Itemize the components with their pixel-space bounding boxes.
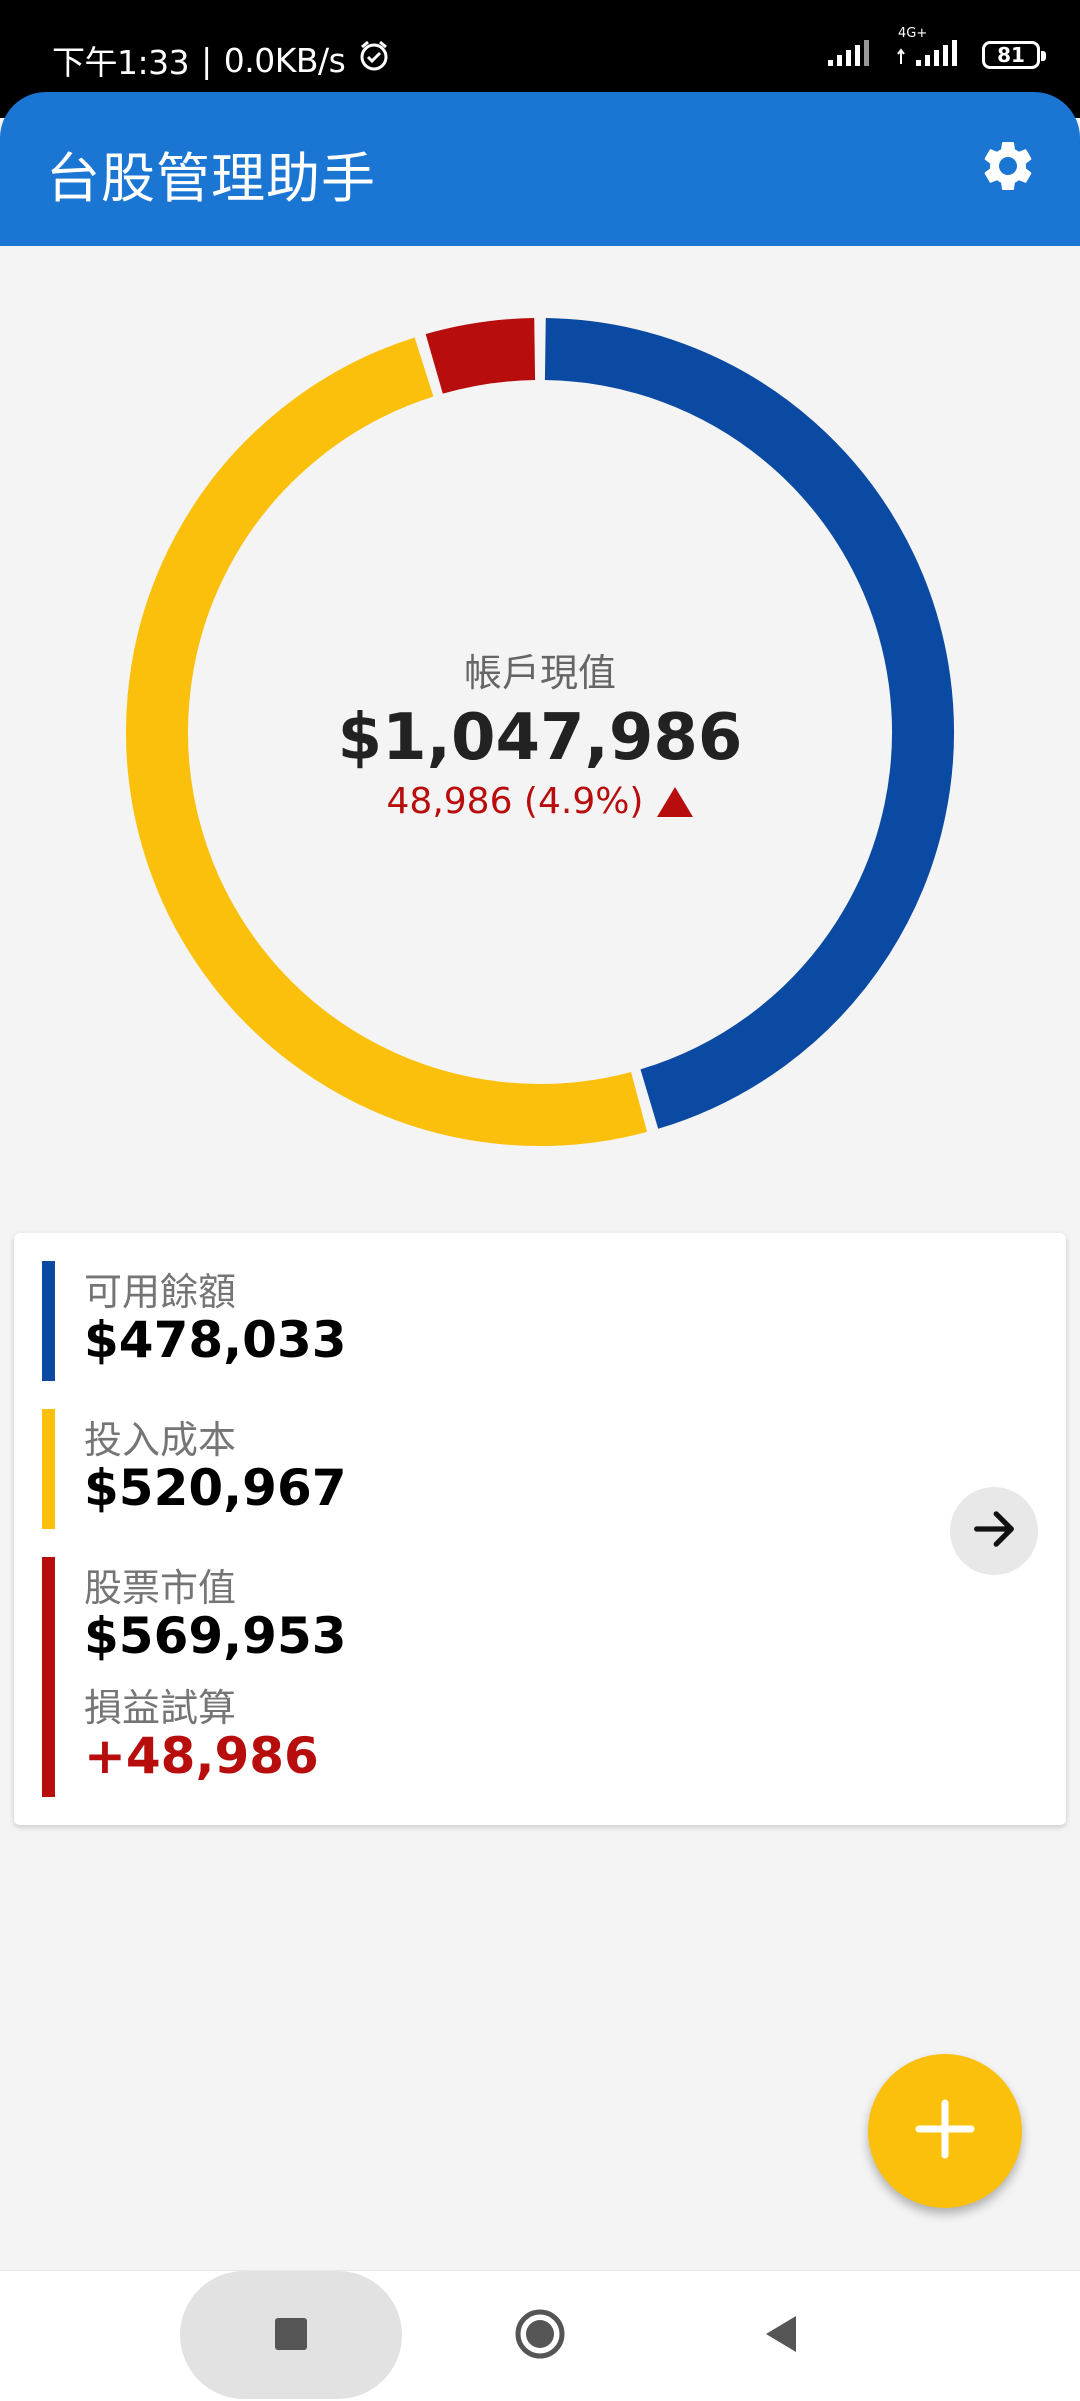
- market-color-bar: [42, 1557, 55, 1797]
- battery-icon: 81: [982, 41, 1046, 69]
- square-icon: [273, 2316, 309, 2356]
- account-value: $1,047,986: [337, 701, 743, 775]
- market-value: $569,953: [84, 1607, 347, 1665]
- available-label: 可用餘額: [84, 1270, 237, 1314]
- network-type: 4G+: [898, 26, 928, 41]
- summary-card[interactable]: 可用餘額 $478,033 投入成本 $520,967 股票市值 $569,95…: [14, 1233, 1066, 1825]
- status-speed: 0.0KB/s: [223, 40, 346, 80]
- account-change-text: 48,986 (4.9%): [386, 781, 644, 822]
- available-color-bar: [42, 1261, 55, 1381]
- donut-center: 帳戶現值 $1,047,986 48,986 (4.9%): [125, 317, 955, 1147]
- status-time: 下午1:33: [52, 43, 190, 82]
- battery-level: 81: [997, 43, 1025, 67]
- navigation-bar: [0, 2270, 1080, 2401]
- circle-icon: [514, 2308, 566, 2364]
- app-title: 台股管理助手: [46, 147, 376, 210]
- available-value: $478,033: [84, 1311, 347, 1369]
- status-right: 4G+ 81: [826, 26, 1046, 72]
- back-button[interactable]: [730, 2271, 830, 2401]
- settings-button[interactable]: [972, 132, 1044, 204]
- cost-color-bar: [42, 1409, 55, 1529]
- market-label: 股票市值: [84, 1566, 237, 1610]
- add-button[interactable]: [868, 2054, 1022, 2208]
- status-separator: |: [201, 40, 212, 80]
- triangle-up-icon: [657, 786, 694, 817]
- profit-label: 損益試算: [84, 1686, 237, 1730]
- gear-icon: [978, 136, 1038, 200]
- details-arrow-button[interactable]: [950, 1487, 1038, 1575]
- network-signal-icon: 4G+: [894, 26, 964, 72]
- app-bar: 台股管理助手: [0, 92, 1080, 246]
- recent-apps-button[interactable]: [180, 2271, 402, 2401]
- alarm-icon: [357, 39, 391, 81]
- cost-value: $520,967: [84, 1459, 347, 1517]
- status-left: 下午1:33 | 0.0KB/s: [52, 36, 391, 84]
- home-button[interactable]: [490, 2271, 590, 2401]
- account-change: 48,986 (4.9%): [387, 781, 694, 822]
- arrow-right-icon: [968, 1503, 1020, 1559]
- cost-label: 投入成本: [84, 1418, 237, 1462]
- account-value-label: 帳戶現值: [463, 651, 616, 695]
- plus-icon: [913, 2097, 977, 2165]
- back-triangle-icon: [760, 2312, 800, 2360]
- profit-value: +48,986: [84, 1727, 319, 1785]
- signal-icon: [826, 38, 876, 72]
